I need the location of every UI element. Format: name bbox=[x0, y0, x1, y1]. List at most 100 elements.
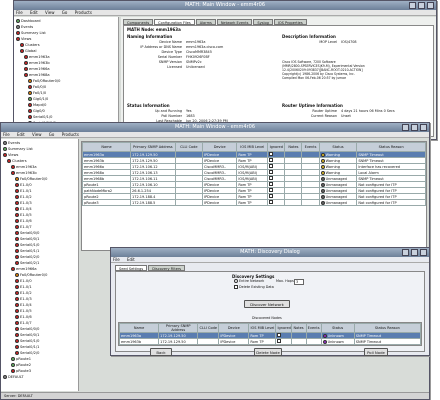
column-header[interactable]: Status Reason bbox=[353, 323, 421, 333]
menu-file[interactable]: File bbox=[113, 257, 120, 262]
column-header[interactable]: Name bbox=[82, 142, 132, 152]
delete-existing-option[interactable]: Delete Existing Data bbox=[234, 285, 274, 290]
menu-go[interactable]: Go bbox=[49, 132, 55, 137]
status-dot-icon bbox=[16, 31, 20, 35]
column-header[interactable]: CLLI Code bbox=[174, 142, 204, 152]
checkbox-icon[interactable] bbox=[269, 158, 274, 162]
info-value: IOS/4708 bbox=[341, 40, 357, 44]
entire-network-option[interactable]: Entire Network bbox=[234, 279, 264, 284]
checkbox-icon[interactable] bbox=[269, 164, 274, 168]
cell-text: IPDevice bbox=[220, 339, 236, 344]
menu-products[interactable]: Products bbox=[62, 132, 79, 137]
checkbox-icon[interactable] bbox=[234, 285, 238, 289]
column-header[interactable]: Primary SNMP Address bbox=[130, 142, 176, 152]
menu-view[interactable]: View bbox=[32, 132, 42, 137]
cell-text: Rom TP bbox=[238, 152, 252, 157]
column-header[interactable]: Name bbox=[119, 323, 160, 333]
checkbox-icon[interactable] bbox=[269, 170, 274, 174]
status-dot-icon bbox=[20, 49, 24, 53]
menu-view[interactable]: View bbox=[45, 10, 55, 15]
column-header[interactable]: Notes bbox=[284, 142, 303, 152]
node-details-panel: Components Configuration Files Alarms Netwo… bbox=[121, 17, 436, 139]
minimize-icon[interactable] bbox=[402, 249, 409, 256]
table-cell bbox=[290, 344, 307, 345]
description-line: Compiled Mon 06-Feb-06 20:57 by jumoe bbox=[282, 76, 346, 80]
checkbox-icon[interactable] bbox=[269, 200, 274, 204]
menu-edit[interactable]: Edit bbox=[17, 132, 25, 137]
status-dot-icon bbox=[320, 176, 325, 181]
checkbox-icon[interactable] bbox=[269, 194, 274, 198]
menu-edit[interactable]: Edit bbox=[127, 257, 135, 262]
title-bar[interactable]: MATH: Main Window - emm4r06 bbox=[1, 123, 429, 132]
table-cell bbox=[301, 199, 320, 206]
close-icon[interactable] bbox=[420, 124, 427, 131]
column-header[interactable]: Device bbox=[218, 323, 250, 333]
status-dot-icon bbox=[15, 303, 19, 307]
checkbox-icon[interactable] bbox=[269, 182, 274, 186]
poll-node-button[interactable]: Poll Node bbox=[364, 348, 388, 356]
table-row[interactable]: emm1966a 172.19.106.12 CiscoMMR3.. IOS/M(AB… bbox=[119, 344, 421, 347]
menu-products[interactable]: Products bbox=[75, 10, 92, 15]
menu-file[interactable]: File bbox=[3, 132, 10, 137]
checkbox-icon[interactable] bbox=[277, 345, 281, 346]
radio-icon[interactable] bbox=[234, 279, 238, 283]
tree-node-label: Events bbox=[21, 25, 34, 29]
column-header[interactable]: Notes bbox=[290, 323, 307, 333]
cell-text: IPDevice bbox=[204, 152, 220, 157]
checkbox-icon[interactable] bbox=[269, 176, 274, 180]
maximize-icon[interactable] bbox=[418, 2, 425, 9]
title-bar[interactable]: MATH: Main Window - emm4r06 bbox=[14, 1, 436, 10]
checkbox-icon[interactable] bbox=[277, 339, 282, 343]
status-dot-icon bbox=[20, 43, 24, 47]
minimize-icon[interactable] bbox=[402, 124, 409, 131]
column-header[interactable]: IOS MIB Level bbox=[236, 142, 269, 152]
discovered-table: Name Primary SNMP Address CLLI Code Device I… bbox=[119, 323, 421, 347]
menu-edit[interactable]: Edit bbox=[30, 10, 38, 15]
status-dot-icon bbox=[15, 195, 19, 199]
menu-file[interactable]: File bbox=[16, 10, 23, 15]
cell-text: Warning bbox=[328, 346, 342, 347]
column-header[interactable]: Ignored bbox=[267, 142, 286, 152]
max-hops-input[interactable]: 3 bbox=[294, 279, 304, 285]
title-bar[interactable]: MATH: Discovery Dialog bbox=[111, 248, 429, 257]
checkbox-icon[interactable] bbox=[269, 152, 274, 156]
tree-node-label: Serial0/2/0 bbox=[20, 351, 40, 355]
column-header[interactable]: Events bbox=[305, 323, 322, 333]
status-dot-icon bbox=[320, 152, 325, 157]
back-button[interactable]: Back bbox=[150, 348, 172, 356]
close-icon[interactable] bbox=[427, 2, 434, 9]
discover-network-button[interactable]: Discover Network bbox=[244, 300, 290, 308]
close-icon[interactable] bbox=[420, 249, 427, 256]
cell-text: Unmanaged bbox=[325, 188, 347, 193]
cell-text: emm1968a bbox=[84, 170, 105, 175]
max-hops-label: Max. Hops bbox=[276, 279, 294, 283]
column-header[interactable]: Status bbox=[318, 142, 358, 152]
tree-node-label: Clusters bbox=[25, 43, 40, 47]
column-header[interactable]: Ignored bbox=[275, 323, 292, 333]
maximize-icon[interactable] bbox=[411, 249, 418, 256]
tree-node-label: E1-0/6 bbox=[20, 219, 32, 223]
menu-go[interactable]: Go bbox=[62, 10, 68, 15]
column-header[interactable]: Status bbox=[320, 323, 355, 333]
minimize-icon[interactable] bbox=[409, 2, 416, 9]
column-header[interactable]: Device bbox=[202, 142, 238, 152]
status-dot-icon bbox=[320, 164, 325, 169]
tree-node-label: Clusters bbox=[12, 159, 27, 163]
checkbox-icon[interactable] bbox=[269, 188, 274, 192]
table-row[interactable]: pRoute3 172.19.188.5 IPDevice Rom TP Unmanag… bbox=[82, 199, 426, 206]
delete-node-button[interactable]: Delete Node bbox=[254, 348, 282, 356]
tree-node-label: emm1963b bbox=[16, 171, 37, 175]
status-dot-icon bbox=[3, 141, 7, 145]
status-dot-icon bbox=[15, 189, 19, 193]
column-header[interactable]: IOS MIB Level bbox=[248, 323, 277, 333]
checkbox-icon[interactable] bbox=[277, 333, 282, 337]
column-header[interactable]: CLLI Code bbox=[197, 323, 220, 333]
cell-text: 172.19.106.10 bbox=[132, 182, 158, 187]
status-dot-icon bbox=[320, 170, 325, 175]
column-header[interactable]: Primary SNMP Address bbox=[158, 323, 199, 333]
column-header[interactable]: Events bbox=[301, 142, 320, 152]
maximize-icon[interactable] bbox=[411, 124, 418, 131]
status-dot-icon bbox=[3, 153, 7, 157]
column-header[interactable]: Status Reason bbox=[356, 142, 426, 152]
tree-node[interactable]: DEFAULT bbox=[3, 374, 76, 380]
